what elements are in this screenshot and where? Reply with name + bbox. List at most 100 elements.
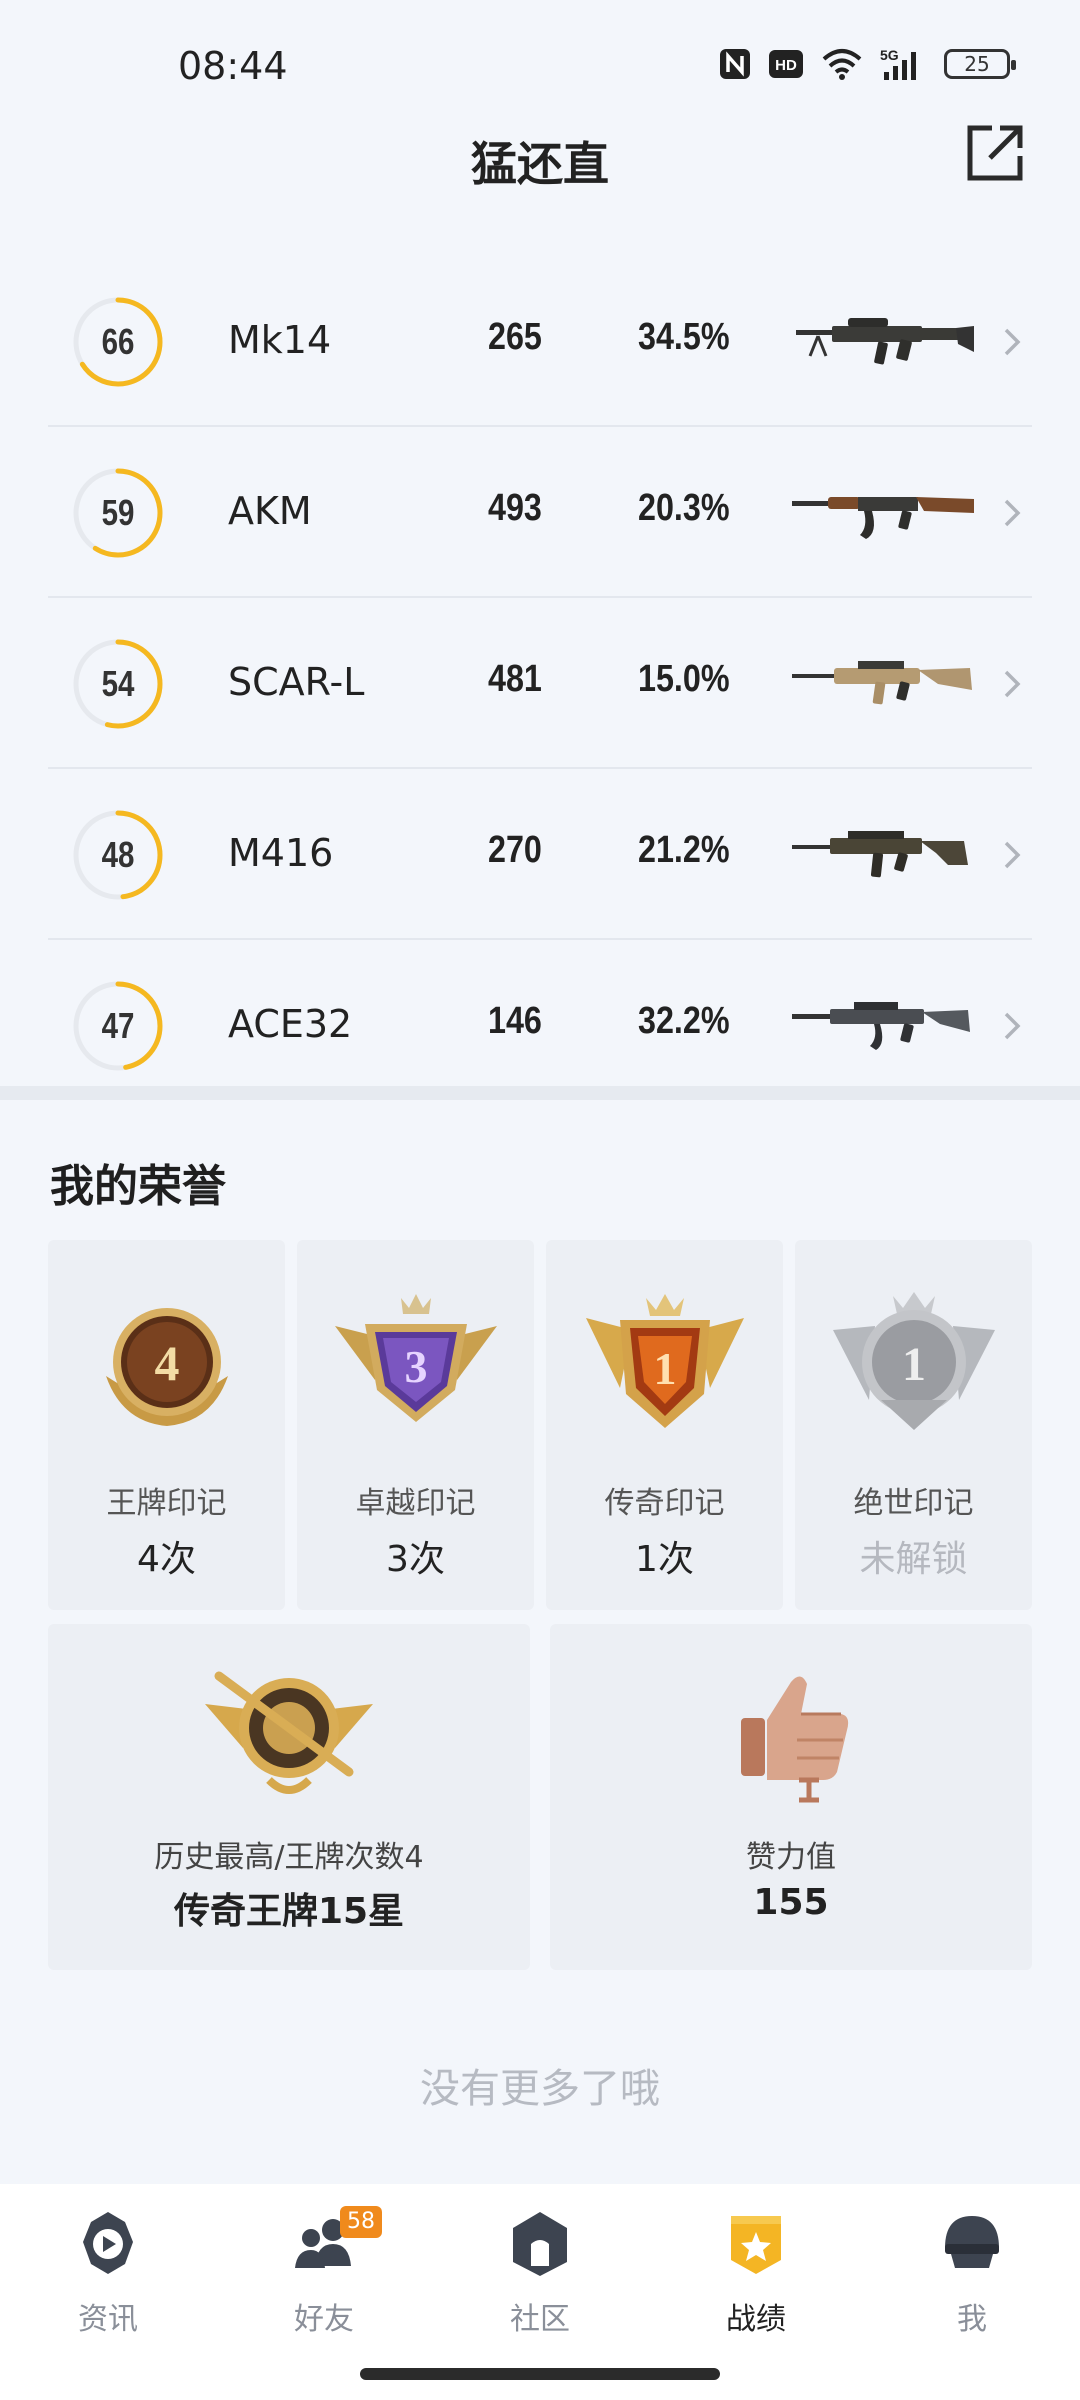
- weapon-count: 146: [488, 1000, 542, 1042]
- chevron-right-icon: [1004, 1012, 1021, 1040]
- weapon-name: SCAR-L: [228, 660, 365, 704]
- hd-icon: HD: [769, 50, 803, 78]
- score-value: 47: [101, 1005, 135, 1046]
- weapon-row[interactable]: 48 M416 270 21.2%: [48, 769, 1032, 940]
- weapon-rate: 34.5%: [638, 316, 730, 358]
- peerless-mark-badge-icon: 1: [832, 1292, 995, 1430]
- nav-label: 好友: [294, 2302, 354, 2337]
- svg-text:4: 4: [154, 1335, 179, 1391]
- excellent-mark-badge-icon: 3: [334, 1294, 497, 1422]
- honor-label: 卓越印记: [355, 1486, 476, 1521]
- no-more-text: 没有更多了哦: [420, 2066, 660, 2112]
- highest-rank-card[interactable]: 历史最高/王牌次数4 传奇王牌15星: [48, 1624, 530, 1970]
- honor-label: 传奇印记: [604, 1486, 725, 1521]
- status-icons: HD 5G 25: [718, 46, 1016, 82]
- nav-item-me[interactable]: 我: [892, 2208, 1052, 2348]
- weapon-count: 265: [488, 316, 542, 358]
- nav-label: 资讯: [78, 2302, 138, 2337]
- weapon-row[interactable]: 66 Mk14 265 34.5%: [48, 256, 1032, 427]
- honors-title: 我的荣誉: [50, 1161, 226, 1212]
- nfc-icon: [720, 49, 750, 79]
- svg-text:HD: HD: [775, 57, 797, 74]
- svg-text:3: 3: [404, 1341, 427, 1392]
- honor-label: 王牌印记: [106, 1486, 227, 1521]
- chevron-right-icon: [1004, 841, 1021, 869]
- chevron-right-icon: [1004, 328, 1021, 356]
- battery-icon: 25: [944, 49, 1016, 79]
- chevron-right-icon: [1004, 499, 1021, 527]
- likes-value: 155: [753, 1882, 829, 1923]
- ace-mark-badge-icon: 4: [105, 1308, 228, 1426]
- weapon-name: Mk14: [228, 318, 332, 362]
- weapon-row[interactable]: 54 SCAR-L 481 15.0%: [48, 598, 1032, 769]
- highest-rank-value: 传奇王牌15星: [173, 1891, 405, 1932]
- weapon-count: 481: [488, 658, 542, 700]
- dmr-rifle-icon: [796, 318, 974, 365]
- wifi-icon: [822, 49, 862, 80]
- likes-label: 赞力值: [746, 1840, 836, 1875]
- ace-rank-emblem-icon: [205, 1671, 373, 1794]
- score-value: 66: [101, 321, 135, 362]
- score-ring: 48: [72, 809, 164, 901]
- weapon-list: 66 Mk14 265 34.5% 59 AKM 493 20.3% 54 SC…: [48, 256, 1032, 1111]
- weapon-count: 270: [488, 829, 542, 871]
- honor-card-peerless[interactable]: 1 绝世印记 未解锁: [795, 1240, 1032, 1610]
- honor-value: 未解锁: [859, 1539, 968, 1580]
- honor-value: 4次: [137, 1539, 196, 1580]
- scar-rifle-icon: [792, 661, 972, 705]
- score-value: 54: [101, 663, 135, 704]
- community-icon: [513, 2212, 567, 2276]
- likes-card[interactable]: 赞力值 155: [550, 1624, 1032, 1970]
- honor-card-excellent[interactable]: 3 卓越印记 3次: [297, 1240, 534, 1610]
- weapon-rate: 20.3%: [638, 487, 730, 529]
- friends-count-badge: 58: [340, 2206, 382, 2238]
- share-icon[interactable]: [962, 122, 1026, 186]
- thumbs-up-icon: [741, 1676, 849, 1803]
- nav-label: 社区: [510, 2302, 570, 2337]
- nav-item-friends[interactable]: 58 好友: [244, 2206, 404, 2348]
- score-value: 59: [101, 492, 135, 533]
- honor-value: 3次: [386, 1539, 445, 1580]
- weapon-name: AKM: [228, 489, 312, 533]
- m416-rifle-icon: [792, 831, 968, 878]
- score-ring: 59: [72, 467, 164, 559]
- weapon-rate: 21.2%: [638, 829, 730, 871]
- section-divider: [0, 1086, 1080, 1100]
- svg-text:1: 1: [902, 1338, 926, 1391]
- status-time: 08:44: [178, 44, 288, 88]
- weapon-name: ACE32: [228, 1002, 353, 1046]
- signal-5g-icon: 5G: [880, 47, 916, 80]
- record-star-icon: [731, 2216, 781, 2274]
- score-ring: 47: [72, 980, 164, 1072]
- nav-item-record[interactable]: 战绩: [676, 2208, 836, 2348]
- weapon-count: 493: [488, 487, 542, 529]
- score-value: 48: [101, 834, 135, 875]
- status-bar: 08:44 HD 5G 25: [0, 0, 1080, 130]
- svg-text:1: 1: [653, 1343, 676, 1394]
- weapon-rate: 15.0%: [638, 658, 730, 700]
- honor-value: 1次: [635, 1539, 694, 1580]
- weapon-name: M416: [228, 831, 334, 875]
- weapon-row[interactable]: 59 AKM 493 20.3%: [48, 427, 1032, 598]
- nav-label: 战绩: [726, 2302, 786, 2337]
- news-play-icon: [83, 2212, 133, 2274]
- nav-label: 我: [957, 2302, 987, 2337]
- honor-label: 绝世印记: [853, 1486, 974, 1521]
- nav-item-community[interactable]: 社区: [460, 2208, 620, 2348]
- chevron-right-icon: [1004, 670, 1021, 698]
- honor-card-ace[interactable]: 4 王牌印记 4次: [48, 1240, 285, 1610]
- page-title: 猛还直: [471, 137, 609, 191]
- ace32-rifle-icon: [792, 1002, 970, 1050]
- nav-item-news[interactable]: 资讯: [28, 2208, 188, 2348]
- helmet-icon: [945, 2216, 999, 2268]
- score-ring: 66: [72, 296, 164, 388]
- svg-text:5G: 5G: [880, 47, 899, 63]
- score-ring: 54: [72, 638, 164, 730]
- weapon-rate: 32.2%: [638, 1000, 730, 1042]
- home-indicator[interactable]: [360, 2368, 720, 2380]
- legend-mark-badge-icon: 1: [585, 1294, 744, 1428]
- highest-rank-label: 历史最高/王牌次数4: [154, 1840, 424, 1875]
- akm-rifle-icon: [792, 497, 974, 539]
- honor-card-legend[interactable]: 1 传奇印记 1次: [546, 1240, 783, 1610]
- header: 猛还直: [0, 118, 1080, 198]
